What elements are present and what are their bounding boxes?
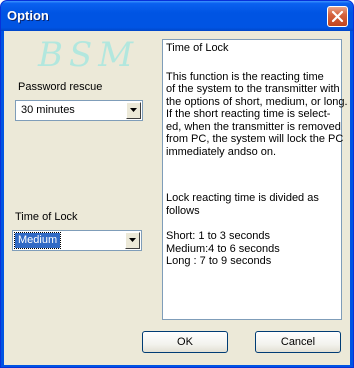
password-rescue-select[interactable]: 30 minutes — [15, 100, 143, 121]
timing-medium: Medium:4 to 6 seconds — [166, 242, 280, 255]
chevron-down-icon — [129, 238, 136, 242]
window-title: Option — [7, 8, 49, 23]
password-rescue-value: 30 minutes — [21, 104, 75, 116]
help-line: immediately andso on. — [166, 145, 277, 158]
help-line: If the short reacting time is select- — [166, 108, 331, 120]
close-icon — [331, 10, 344, 23]
help-line: the options of short, medium, or long. — [166, 95, 348, 108]
option-dialog: Option BSM Password rescue 30 minutes Ti… — [0, 0, 354, 368]
help-line: This function is the reacting time — [166, 70, 324, 83]
timing-short: Short: 1 to 3 seconds — [166, 230, 270, 242]
password-rescue-label: Password rescue — [18, 81, 103, 93]
chevron-down-icon — [130, 108, 137, 112]
timing-long: Long : 7 to 9 seconds — [166, 255, 272, 267]
help-line: follows — [166, 204, 200, 217]
help-title: Time of Lock — [166, 42, 229, 54]
password-rescue-dropdown-button[interactable] — [126, 102, 141, 119]
close-button[interactable] — [327, 6, 348, 27]
time-of-lock-select[interactable]: Medium — [12, 230, 142, 251]
help-line: Lock reacting time is divided as — [166, 192, 319, 204]
time-of-lock-value: Medium — [13, 232, 62, 249]
help-line: from PC, the system will lock the PC — [166, 133, 344, 145]
title-bar[interactable]: Option — [1, 1, 353, 31]
ok-button[interactable]: OK — [142, 331, 228, 353]
help-line: of the system to the transmitter with — [166, 83, 340, 95]
help-text-panel: Time of Lock This function is the reacti… — [162, 39, 348, 320]
help-line: ed, when the transmitter is removed — [166, 120, 341, 133]
cancel-button[interactable]: Cancel — [255, 331, 341, 353]
time-of-lock-dropdown-button[interactable] — [125, 232, 140, 249]
bsm-watermark: BSM — [38, 35, 140, 75]
time-of-lock-label: Time of Lock — [15, 211, 78, 223]
dialog-body: BSM Password rescue 30 minutes Time of L… — [4, 31, 350, 365]
